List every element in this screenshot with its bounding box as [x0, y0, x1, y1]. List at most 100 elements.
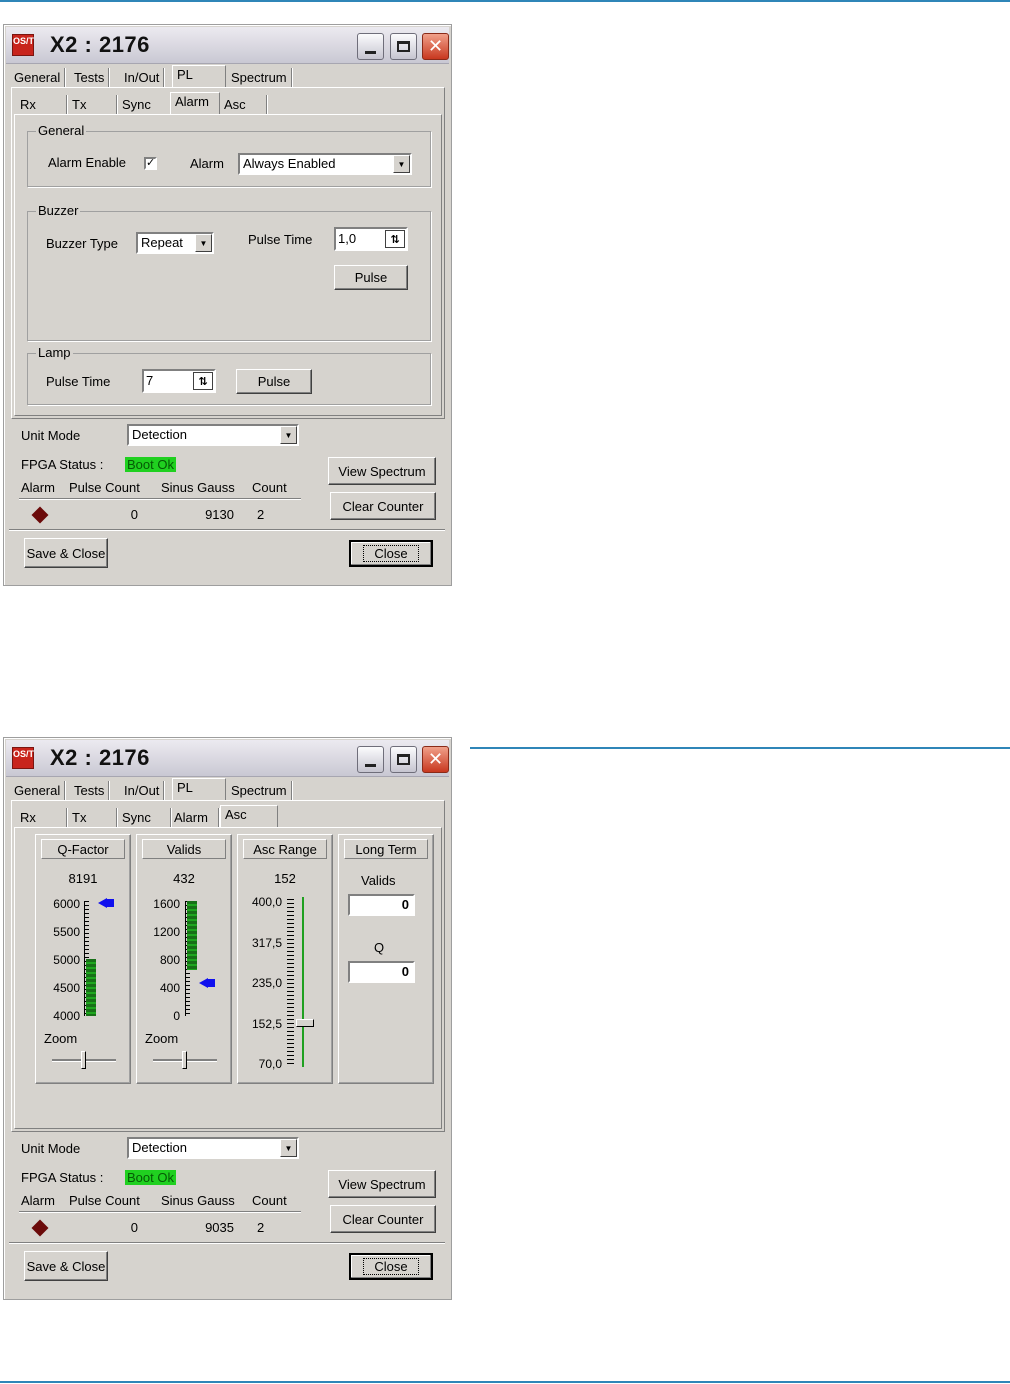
clear-counter-button[interactable]: Clear Counter: [330, 1205, 436, 1233]
tab-in-out[interactable]: In/Out: [120, 781, 165, 800]
buzzer-type-select[interactable]: Repeat ▼: [136, 232, 214, 254]
pl-tab-panel: Rx Tx Sync Alarm Asc Q-Factor 8191 6000 …: [11, 800, 445, 1132]
tick-label: 400,0: [251, 895, 282, 909]
button-label: View Spectrum: [338, 463, 426, 479]
tick-label: 235,0: [251, 976, 282, 990]
tab-tx[interactable]: Tx: [68, 808, 117, 827]
tab-rx[interactable]: Rx: [16, 95, 67, 114]
view-spectrum-button[interactable]: View Spectrum: [328, 457, 436, 485]
maximize-icon: [397, 41, 410, 52]
close-window-button[interactable]: ✕: [422, 746, 449, 773]
tick-label: 4000: [53, 1009, 80, 1023]
buzzer-pulse-time-value: 1,0: [338, 231, 357, 246]
divider: [19, 1211, 301, 1212]
unit-mode-select[interactable]: Detection ▼: [127, 1137, 299, 1159]
unit-mode-value: Detection: [132, 427, 187, 442]
asc-settings-window: OS/T X2 : 2176 ✕ General Tests In/Out PL…: [3, 737, 452, 1300]
fpga-status-label: FPGA Status :: [21, 1170, 104, 1185]
qfactor-pointer-body: [106, 899, 114, 907]
buzzer-pulse-button[interactable]: Pulse: [334, 265, 408, 290]
zoom-slider-thumb[interactable]: [182, 1051, 187, 1069]
tick-label: 800: [159, 953, 180, 967]
tab-sync[interactable]: Sync: [118, 808, 171, 827]
lamp-pulse-time-spinner[interactable]: 7 ⇅: [142, 369, 216, 393]
alarm-enable-checkbox[interactable]: ✓: [144, 157, 157, 170]
chevron-down-icon: ▼: [393, 155, 410, 173]
tab-in-out[interactable]: In/Out: [120, 68, 165, 87]
gauge-value: 432: [173, 871, 195, 886]
gauge-title: Long Term: [344, 839, 428, 859]
close-window-button[interactable]: ✕: [422, 33, 449, 60]
tick-label: 400: [159, 981, 180, 995]
spin-arrows-icon[interactable]: ⇅: [193, 372, 213, 390]
gauge-title: Valids: [142, 839, 226, 859]
sub-tabs: Rx Tx Sync Alarm Asc: [16, 92, 436, 115]
zoom-slider-thumb[interactable]: [81, 1051, 86, 1069]
alarm-indicator: [31, 506, 49, 524]
tab-tx[interactable]: Tx: [68, 95, 117, 114]
alarm-settings-window: OS/T X2 : 2176 ✕ General Tests In/Out PL…: [3, 24, 452, 586]
alarm-enable-label: Alarm Enable: [48, 155, 127, 170]
tab-general[interactable]: General: [10, 781, 66, 800]
buzzer-pulse-time-spinner[interactable]: 1,0 ⇅: [334, 227, 408, 251]
long-term-q-field[interactable]: 0: [348, 961, 415, 983]
app-logo-icon: OS/T: [12, 34, 34, 56]
long-term-valids-field[interactable]: 0: [348, 894, 415, 916]
spin-arrows-icon[interactable]: ⇅: [385, 230, 405, 248]
close-button[interactable]: Close: [349, 1253, 433, 1280]
button-label: Clear Counter: [342, 1211, 424, 1227]
count-value: 2: [257, 1220, 265, 1235]
asc-range-slider-thumb[interactable]: [296, 1019, 314, 1027]
main-tabs: General Tests In/Out PL Spectrum: [10, 778, 440, 801]
minimize-button[interactable]: [357, 33, 384, 60]
minimize-button[interactable]: [357, 746, 384, 773]
tab-sync[interactable]: Sync: [118, 95, 171, 114]
section-rule: [470, 747, 1010, 749]
divider: [19, 498, 301, 499]
tick-label: 152,5: [251, 1017, 282, 1031]
close-button[interactable]: Close: [349, 540, 433, 567]
long-term-q-label: Q: [374, 940, 385, 955]
tab-tests[interactable]: Tests: [70, 68, 110, 87]
main-tabs: General Tests In/Out PL Spectrum: [10, 65, 440, 88]
title-bar[interactable]: OS/T X2 : 2176 ✕: [6, 740, 449, 777]
gauge-title: Asc Range: [243, 839, 327, 859]
chevron-down-icon: ▼: [280, 426, 297, 444]
maximize-button[interactable]: [390, 33, 417, 60]
view-spectrum-button[interactable]: View Spectrum: [328, 1170, 436, 1198]
sinus-gauss-value: 9035: [205, 1220, 234, 1235]
button-label: Save & Close: [26, 1258, 106, 1274]
gauge-title: Q-Factor: [41, 839, 125, 859]
tab-asc[interactable]: Asc: [220, 95, 267, 114]
lamp-pulse-time-value: 7: [146, 373, 154, 388]
tab-spectrum[interactable]: Spectrum: [227, 68, 292, 87]
tab-spectrum[interactable]: Spectrum: [227, 781, 292, 800]
tab-alarm[interactable]: Alarm: [170, 808, 219, 827]
tab-pl[interactable]: PL: [172, 778, 226, 801]
tick-label: 317,5: [251, 936, 282, 950]
save-close-button[interactable]: Save & Close: [24, 538, 108, 568]
gauge-value: 152: [274, 871, 296, 886]
tab-rx[interactable]: Rx: [16, 808, 67, 827]
unit-mode-select[interactable]: Detection ▼: [127, 424, 299, 446]
alarm-tab-panel: General Alarm Enable ✓ Alarm Always Enab…: [14, 114, 442, 416]
tab-pl[interactable]: PL: [172, 65, 226, 88]
tab-alarm[interactable]: Alarm: [170, 92, 220, 115]
clear-counter-button[interactable]: Clear Counter: [330, 492, 436, 520]
buzzer-group: Buzzer Buzzer Type Repeat ▼ Pulse Time 1…: [27, 203, 431, 341]
title-bar[interactable]: OS/T X2 : 2176 ✕: [6, 27, 449, 64]
maximize-button[interactable]: [390, 746, 417, 773]
alarm-indicator: [31, 1219, 49, 1237]
chevron-down-icon: ▼: [280, 1139, 297, 1157]
tab-tests[interactable]: Tests: [70, 781, 110, 800]
alarm-mode-select[interactable]: Always Enabled ▼: [238, 153, 412, 175]
sinus-gauss-value: 9130: [205, 507, 234, 522]
button-label: Pulse: [257, 374, 291, 389]
tab-general[interactable]: General: [10, 68, 66, 87]
long-term-panel: Long Term Valids 0 Q 0: [338, 834, 434, 1084]
tab-asc[interactable]: Asc: [220, 805, 278, 828]
lamp-pulse-button[interactable]: Pulse: [236, 369, 312, 394]
buzzer-type-label: Buzzer Type: [46, 236, 119, 251]
gauge-ticks: [287, 899, 294, 1065]
save-close-button[interactable]: Save & Close: [24, 1251, 108, 1281]
